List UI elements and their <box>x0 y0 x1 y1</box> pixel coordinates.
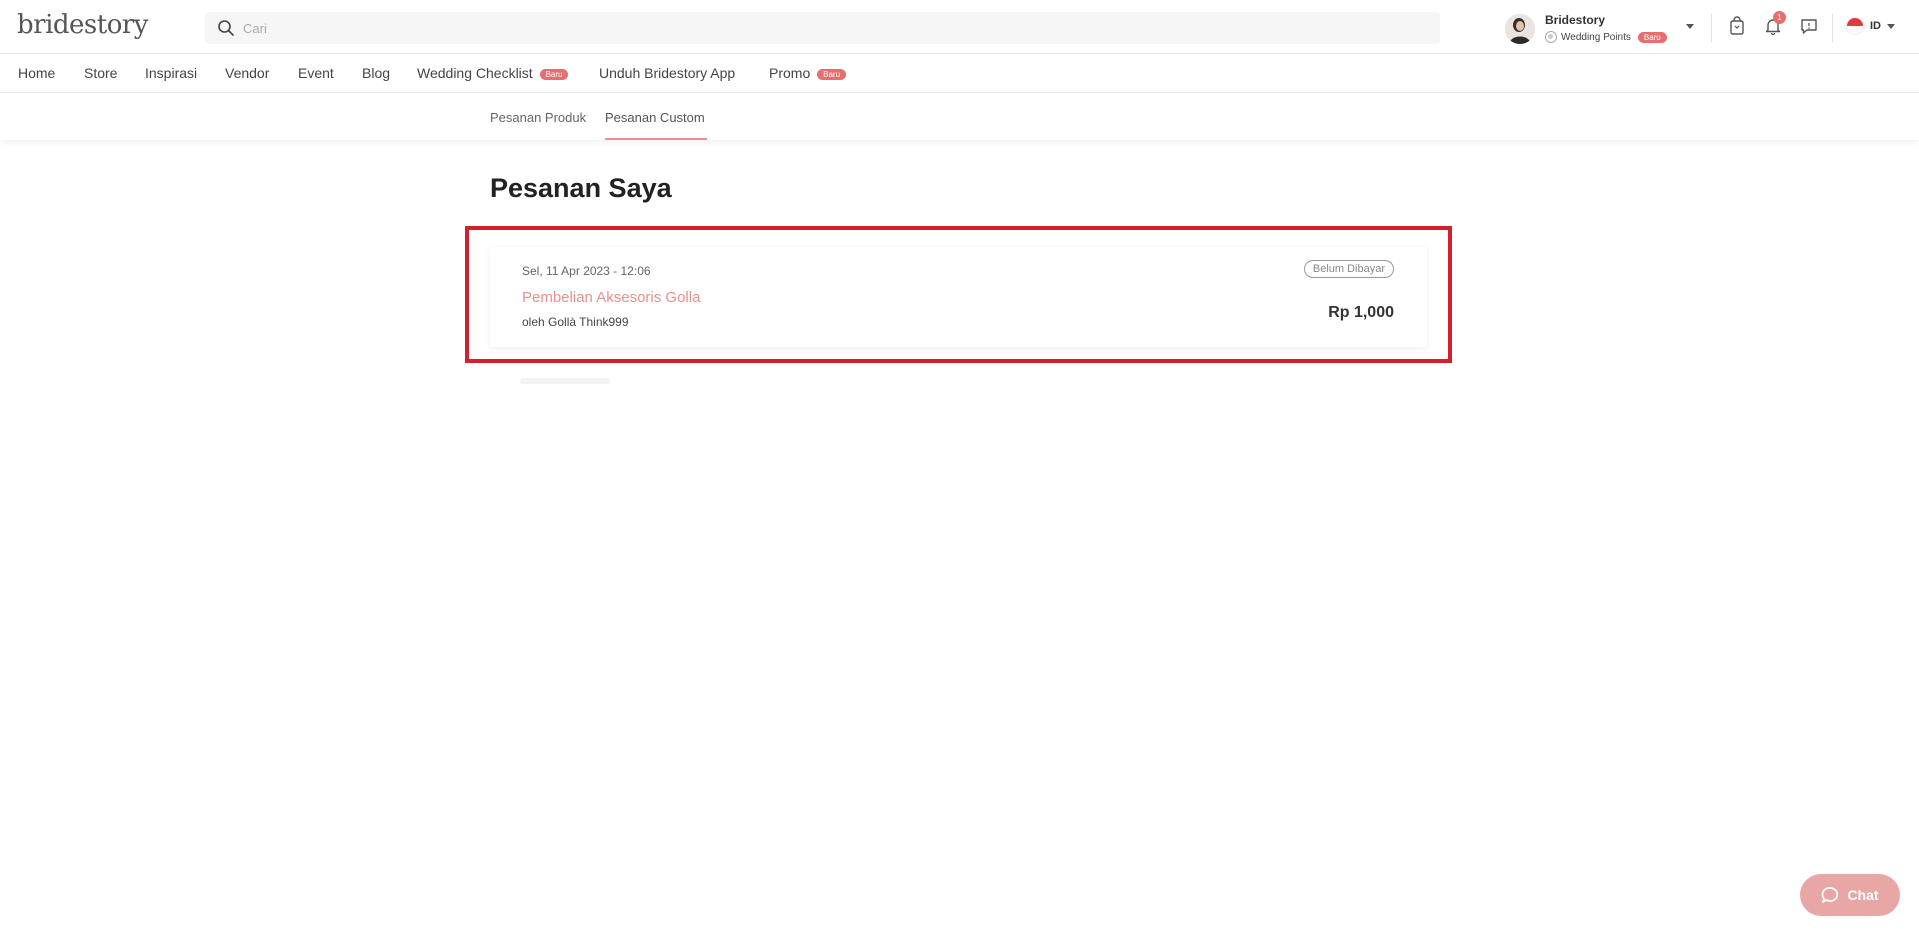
wedding-points[interactable]: Wedding Points Baru <box>1545 30 1667 44</box>
nav-item-blog[interactable]: Blog <box>362 65 390 81</box>
search-bar[interactable] <box>205 12 1440 44</box>
new-badge: Baru <box>539 69 569 80</box>
nav-item-label: Unduh Bridestory App <box>599 65 736 81</box>
notification-count-badge: 1 <box>1773 11 1786 24</box>
chat-icon[interactable] <box>1799 16 1819 36</box>
chevron-down-icon <box>1887 23 1895 29</box>
chat-button[interactable]: Chat <box>1800 874 1900 916</box>
chevron-down-icon[interactable] <box>1686 24 1694 29</box>
nav-item-event[interactable]: Event <box>298 65 334 81</box>
nav-item-label: Blog <box>362 65 391 81</box>
nav-item-label: Promo <box>769 65 811 81</box>
nav-item-wedding-checklist[interactable]: Wedding Checklist Baru <box>417 65 569 81</box>
search-input[interactable] <box>243 12 1423 44</box>
divider <box>1832 14 1833 42</box>
points-coin-icon <box>1545 31 1557 43</box>
main-nav: Home Store Inspirasi Vendor Event Blog W… <box>0 55 1919 93</box>
divider <box>1711 14 1712 42</box>
search-icon <box>218 20 234 36</box>
user-name: Bridestory <box>1545 13 1606 27</box>
language-code: ID <box>1870 20 1881 32</box>
chat-label: Chat <box>1847 887 1879 903</box>
nav-item-label: Wedding Checklist <box>417 65 533 81</box>
indonesia-flag-icon <box>1846 17 1864 35</box>
nav-item-inspirasi[interactable]: Inspirasi <box>145 65 197 81</box>
active-tab-indicator <box>605 138 707 140</box>
nav-item-store[interactable]: Store <box>84 65 117 81</box>
nav-item-home[interactable]: Home <box>18 65 55 81</box>
bridestory-logo[interactable]: bridestory <box>17 10 148 40</box>
nav-item-label: Vendor <box>225 65 270 81</box>
status-badge: Belum Dibayar <box>1303 260 1394 278</box>
order-card[interactable]: Sel, 11 Apr 2023 - 12:06 Pembelian Akses… <box>490 247 1427 347</box>
order-vendor: oleh Gollà Think999 <box>522 315 629 329</box>
language-selector[interactable]: ID <box>1846 17 1895 35</box>
nav-item-label: Inspirasi <box>145 65 198 81</box>
user-menu[interactable]: Bridestory Wedding Points Baru <box>1505 12 1695 46</box>
chat-bubble-icon <box>1822 887 1839 903</box>
wedding-points-label: Wedding Points <box>1561 31 1631 43</box>
loading-placeholder <box>520 378 610 384</box>
nav-item-label: Home <box>18 65 56 81</box>
nav-item-label: Event <box>298 65 334 81</box>
order-date: Sel, 11 Apr 2023 - 12:06 <box>522 264 651 278</box>
new-badge: Baru <box>817 69 847 80</box>
tab-pesanan-produk[interactable]: Pesanan Produk <box>490 110 586 125</box>
nav-item-promo[interactable]: Promo Baru <box>769 65 847 81</box>
nav-item-vendor[interactable]: Vendor <box>225 65 269 81</box>
page-title: Pesanan Saya <box>490 173 672 203</box>
nav-item-label: Store <box>84 65 118 81</box>
avatar <box>1505 14 1535 44</box>
order-title[interactable]: Pembelian Aksesoris Golla <box>522 289 700 306</box>
order-tabs: Pesanan Produk Pesanan Custom <box>0 94 1919 140</box>
new-badge: Baru <box>1637 31 1667 43</box>
shopping-bag-icon[interactable] <box>1727 16 1747 36</box>
tab-pesanan-custom[interactable]: Pesanan Custom <box>605 110 705 125</box>
top-bar: bridestory Bridestory Wedding Points Bar… <box>0 0 1919 54</box>
nav-item-download-app[interactable]: Unduh Bridestory App <box>599 65 735 81</box>
order-price: Rp 1,000 <box>1328 304 1394 321</box>
